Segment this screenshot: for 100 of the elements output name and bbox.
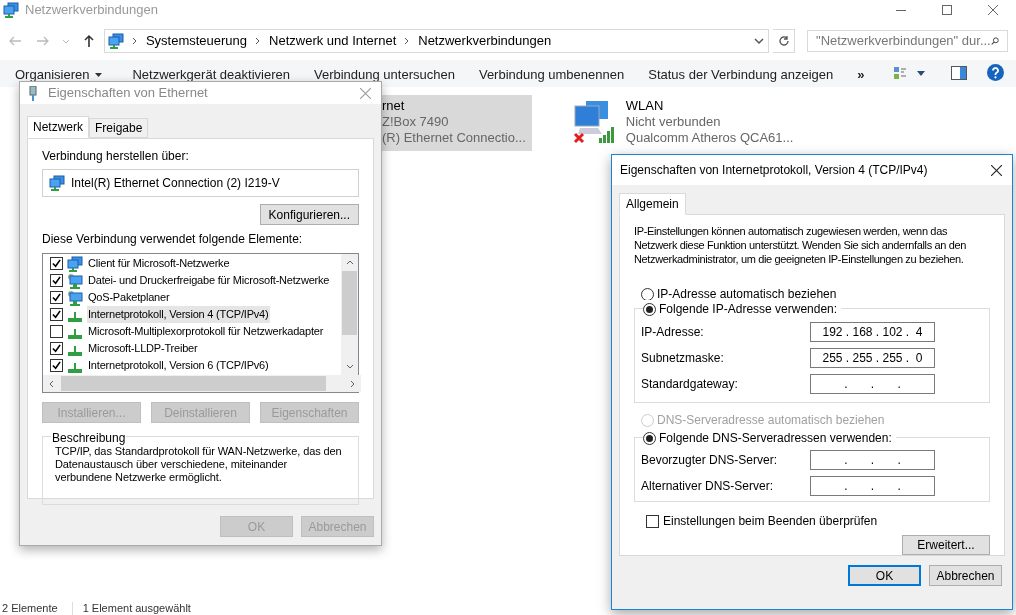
checkbox[interactable]	[50, 359, 63, 372]
protocol-icon	[68, 312, 82, 322]
scroll-up-icon[interactable]	[345, 259, 354, 267]
toolbar-button[interactable]: Verbindung untersuchen	[313, 65, 455, 85]
preview-pane-icon[interactable]	[951, 66, 967, 80]
scroll-down-icon[interactable]	[345, 362, 354, 370]
field-label: IP-Adresse:	[640, 324, 705, 341]
radio-button[interactable]	[643, 431, 656, 445]
item-label: Internetprotokoll, Version 4 (TCP/IPv4)	[87, 306, 270, 323]
toolbar-button[interactable]: Verbindung umbenennen	[478, 65, 625, 85]
connection-item[interactable]: rnet Z!Box 7490 (R) Ethernet Connectio...	[381, 95, 532, 151]
dialog-button[interactable]: Abbrechen	[929, 565, 1002, 586]
item-label: Client für Microsoft-Netzwerke	[87, 256, 231, 272]
status-text: 1 Element ausgewählt	[71, 602, 193, 615]
field-label: Subnetzmaske:	[640, 350, 725, 367]
scroll-left-icon[interactable]	[48, 379, 56, 388]
list-item[interactable]: Internetprotokoll, Version 4 (TCP/IPv4)	[43, 306, 343, 323]
list-item[interactable]: Microsoft-LLDP-Treiber	[43, 340, 343, 357]
scrollbar-thumb[interactable]	[342, 271, 357, 335]
section-label: Verbindung herstellen über:	[42, 148, 190, 165]
checkbox[interactable]	[50, 274, 63, 287]
network-folder-icon	[107, 33, 124, 49]
breadcrumb-item[interactable]: Netzwerk und Internet	[269, 31, 397, 51]
help-icon[interactable]	[987, 64, 1004, 81]
field-label: Alternativer DNS-Server:	[640, 478, 775, 496]
advanced-button[interactable]: Erweitert...	[902, 535, 990, 555]
connection-status: Nicht verbunden	[625, 114, 722, 130]
list-item[interactable]: QoS-Paketplaner	[43, 289, 343, 306]
dialog-button[interactable]: OK	[848, 565, 921, 586]
ip-address-field[interactable]: . . .	[810, 476, 935, 497]
checkbox[interactable]	[50, 257, 63, 270]
scrollbar-thumb[interactable]	[61, 376, 326, 391]
list-item[interactable]: Client für Microsoft-Netzwerke	[43, 255, 343, 272]
tab[interactable]: Freigabe	[89, 118, 149, 138]
field-label: Standardgateway:	[640, 376, 739, 393]
network-adapter-icon	[49, 175, 65, 191]
connection-adapter: Qualcomm Atheros QCA61...	[625, 130, 794, 146]
intro-text: IP-Einstellungen können automatisch zugewiesen werden, wenn das Netzwerk diese Funktion unterstützt. Wenden Sie sich andernfalls an den Netzwerkadministrator, um die geeigneten IP-Einstellungen zu beziehen.	[634, 224, 968, 266]
network-folder-icon	[3, 2, 19, 18]
radio-button[interactable]	[643, 302, 656, 316]
configure-button[interactable]: Konfigurieren...	[259, 204, 359, 225]
chevron-down-icon[interactable]	[754, 36, 765, 46]
caret-icon	[95, 72, 103, 77]
caret-icon[interactable]	[917, 71, 925, 76]
connection-status: Z!Box 7490	[382, 114, 450, 130]
ip-address-field[interactable]: . . .	[810, 450, 935, 471]
more-button[interactable]: »	[857, 65, 865, 85]
horizontal-scrollbar[interactable]	[43, 375, 361, 392]
radio-label: IP-Adresse automatisch beziehen	[657, 286, 837, 303]
breadcrumb-item[interactable]: Systemsteuerung	[145, 31, 248, 51]
section-label: Diese Verbindung verwendet folgende Elemente:	[42, 231, 304, 248]
toolbar-menu[interactable]: Organisieren	[15, 65, 103, 85]
adapter-field: Intel(R) Ethernet Connection (2) I219-V	[42, 169, 359, 197]
radio-button[interactable]	[641, 287, 654, 301]
checkbox[interactable]	[50, 291, 63, 304]
chevron-right-icon	[131, 38, 138, 44]
list-item[interactable]: Datei- und Druckerfreigabe für Microsoft-Netzwerke	[43, 272, 343, 289]
window-title: Netzwerkverbindungen	[25, 1, 158, 20]
chevron-right-icon	[255, 38, 262, 44]
connection-item[interactable]: WLAN Nicht verbunden Qualcomm Atheros QCA61...	[571, 95, 798, 151]
ip-address-field[interactable]: 192 . 168 . 102 . 4	[810, 322, 935, 342]
toolbar-button[interactable]: Netzwerkgerät deaktivieren	[132, 65, 290, 85]
checkbox[interactable]	[50, 342, 63, 355]
tab[interactable]: Allgemein	[619, 193, 686, 215]
radio-label: Folgende IP-Adresse verwenden:	[659, 301, 838, 318]
view-options-icon[interactable]	[893, 66, 907, 80]
item-label: Datei- und Druckerfreigabe für Microsoft-Netzwerke	[87, 273, 331, 289]
checkbox[interactable]	[50, 325, 63, 338]
refresh-button[interactable]	[773, 29, 795, 53]
search-field[interactable]: "Netzwerkverbindungen" dur...	[807, 30, 1008, 52]
computer-icon	[67, 255, 83, 272]
connection-name: rnet	[382, 98, 406, 114]
ip-address-field[interactable]: 255 . 255 . 255 . 0	[810, 348, 935, 368]
up-icon[interactable]	[81, 34, 96, 48]
checkbox[interactable]	[646, 514, 659, 528]
vertical-scrollbar[interactable]	[341, 254, 358, 375]
checkbox[interactable]	[50, 308, 63, 321]
radio-label: DNS-Serveradresse automatisch beziehen	[657, 412, 885, 430]
toolbar-button[interactable]: Status der Verbindung anzeigen	[648, 65, 834, 85]
radio-label: Folgende DNS-Serveradressen verwenden:	[659, 430, 892, 448]
close-icon	[988, 5, 998, 15]
list-item[interactable]: Microsoft-Multiplexorprotokoll für Netzwerkadapter	[43, 323, 343, 340]
address-bar[interactable]: Systemsteuerung Netzwerk und Internet Netzwerkverbindungen	[103, 29, 770, 53]
ip-address-field[interactable]: . . .	[810, 374, 935, 394]
dialog-title: Eigenschaften von Ethernet	[48, 84, 208, 103]
field-label: Bevorzugter DNS-Server:	[640, 452, 779, 470]
close-icon[interactable]	[991, 164, 1002, 176]
search-icon	[990, 35, 999, 47]
breadcrumb-item[interactable]: Netzwerkverbindungen	[418, 31, 552, 51]
dialog-title: Eigenschaften von Internetprotokoll, Version 4 (TCP/IPv4)	[620, 162, 928, 179]
list-item[interactable]: Internetprotokoll, Version 6 (TCP/IPv6)	[43, 357, 343, 374]
protocol-icon	[68, 346, 82, 356]
item-label: Microsoft-Multiplexorprotokoll für Netzwerkadapter	[87, 324, 325, 340]
tab[interactable]: Netzwerk	[27, 116, 89, 138]
chevron-right-icon	[404, 38, 411, 44]
description-text: TCP/IP, das Standardprotokoll für WAN-Netzwerke, das den Datenaustausch über verschiedene, miteinander verbundene Netzwerke ermöglicht.	[55, 445, 343, 484]
scroll-right-icon[interactable]	[348, 379, 356, 388]
connection-name: WLAN	[625, 98, 665, 114]
item-label: Internetprotokoll, Version 6 (TCP/IPv6)	[87, 358, 270, 374]
service-icon	[67, 289, 83, 306]
